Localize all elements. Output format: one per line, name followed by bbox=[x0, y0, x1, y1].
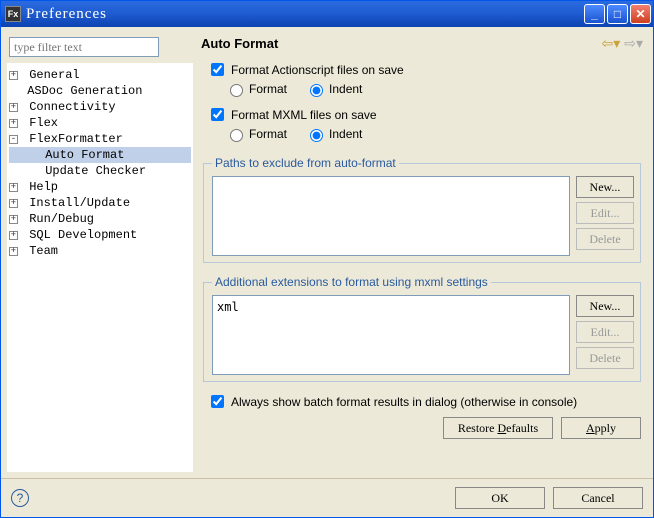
tree-item-label: ASDoc Generation bbox=[20, 83, 142, 99]
exclude-delete-button: Delete bbox=[576, 228, 634, 250]
tree-item[interactable]: Update Checker bbox=[9, 163, 191, 179]
tree-item-label: SQL Development bbox=[22, 227, 137, 243]
expand-icon[interactable]: + bbox=[9, 71, 18, 80]
dialog-footer: ? OK Cancel bbox=[1, 478, 653, 517]
expand-icon[interactable]: + bbox=[9, 183, 18, 192]
format-mxml-row: Format MXML files on save bbox=[207, 105, 643, 124]
window-title: Preferences bbox=[26, 6, 584, 23]
nav-arrows: ⇦▾ ⇨▾ bbox=[601, 35, 643, 52]
format-as-label[interactable]: Format Actionscript files on save bbox=[231, 63, 404, 77]
format-as-row: Format Actionscript files on save bbox=[207, 60, 643, 79]
tree-item[interactable]: + Help bbox=[9, 179, 191, 195]
ext-delete-button: Delete bbox=[576, 347, 634, 369]
cancel-button[interactable]: Cancel bbox=[553, 487, 643, 509]
exclude-paths-legend: Paths to exclude from auto-format bbox=[212, 156, 399, 170]
tree-item-label: Connectivity bbox=[22, 99, 116, 115]
tree-item-label: Team bbox=[22, 243, 58, 259]
always-show-label[interactable]: Always show batch format results in dial… bbox=[231, 395, 577, 409]
tree-item[interactable]: ASDoc Generation bbox=[9, 83, 191, 99]
exclude-paths-group: Paths to exclude from auto-format New...… bbox=[203, 156, 641, 263]
page-buttons: Restore Defaults Apply bbox=[203, 417, 641, 439]
list-item[interactable]: xml bbox=[217, 300, 565, 314]
as-indent-label[interactable]: Indent bbox=[329, 82, 362, 96]
tree-item-label: FlexFormatter bbox=[22, 131, 123, 147]
tree-item[interactable]: + Team bbox=[9, 243, 191, 259]
as-format-label[interactable]: Format bbox=[249, 82, 287, 96]
ok-button[interactable]: OK bbox=[455, 487, 545, 509]
page-title: Auto Format bbox=[201, 36, 601, 51]
ext-legend: Additional extensions to format using mx… bbox=[212, 275, 491, 289]
expand-icon[interactable]: + bbox=[9, 247, 18, 256]
tree-item-label: Update Checker bbox=[38, 163, 146, 179]
mxml-indent-label[interactable]: Indent bbox=[329, 127, 362, 141]
tree-item-label: Install/Update bbox=[22, 195, 130, 211]
ext-group: Additional extensions to format using mx… bbox=[203, 275, 641, 382]
format-mxml-label[interactable]: Format MXML files on save bbox=[231, 108, 377, 122]
expand-icon[interactable]: + bbox=[9, 231, 18, 240]
tree-item-label: Run/Debug bbox=[22, 211, 94, 227]
content-area: + General ASDoc Generation+ Connectivity… bbox=[1, 27, 653, 478]
tree-item[interactable]: - FlexFormatter bbox=[9, 131, 191, 147]
left-pane: + General ASDoc Generation+ Connectivity… bbox=[7, 33, 193, 472]
mxml-format-label[interactable]: Format bbox=[249, 127, 287, 141]
as-mode-row: Format Indent bbox=[225, 81, 643, 97]
tree-item-label: Flex bbox=[22, 115, 58, 131]
app-icon: Fx bbox=[5, 6, 21, 22]
minimize-button[interactable]: _ bbox=[584, 4, 605, 24]
format-mxml-checkbox[interactable] bbox=[211, 108, 224, 121]
page-header: Auto Format ⇦▾ ⇨▾ bbox=[201, 35, 643, 52]
help-icon[interactable]: ? bbox=[11, 489, 29, 507]
mxml-format-radio[interactable] bbox=[230, 129, 243, 142]
tree-item-label: Help bbox=[22, 179, 58, 195]
close-button[interactable]: ✕ bbox=[630, 4, 651, 24]
tree-item-label: Auto Format bbox=[38, 147, 124, 163]
ext-edit-button: Edit... bbox=[576, 321, 634, 343]
mxml-mode-row: Format Indent bbox=[225, 126, 643, 142]
tree-item-label: General bbox=[22, 67, 80, 83]
expand-icon[interactable]: + bbox=[9, 119, 18, 128]
expand-icon[interactable]: + bbox=[9, 215, 18, 224]
tree-item[interactable]: + Run/Debug bbox=[9, 211, 191, 227]
preferences-window: Fx Preferences _ □ ✕ + General ASDoc Gen… bbox=[0, 0, 654, 518]
as-format-radio[interactable] bbox=[230, 84, 243, 97]
maximize-button[interactable]: □ bbox=[607, 4, 628, 24]
apply-button[interactable]: Apply bbox=[561, 417, 641, 439]
filter-input[interactable] bbox=[9, 37, 159, 57]
always-show-checkbox[interactable] bbox=[211, 395, 224, 408]
exclude-edit-button: Edit... bbox=[576, 202, 634, 224]
tree-item[interactable]: + SQL Development bbox=[9, 227, 191, 243]
format-as-checkbox[interactable] bbox=[211, 63, 224, 76]
expand-icon[interactable]: + bbox=[9, 199, 18, 208]
nav-forward-icon[interactable]: ⇨▾ bbox=[624, 35, 643, 52]
tree-item[interactable]: + Connectivity bbox=[9, 99, 191, 115]
right-pane: Auto Format ⇦▾ ⇨▾ Format Actionscript fi… bbox=[197, 33, 647, 472]
mxml-indent-radio[interactable] bbox=[310, 129, 323, 142]
collapse-icon[interactable]: - bbox=[9, 135, 18, 144]
tree-item[interactable]: + Flex bbox=[9, 115, 191, 131]
exclude-paths-list[interactable] bbox=[212, 176, 570, 256]
window-controls: _ □ ✕ bbox=[584, 4, 651, 24]
tree-item[interactable]: Auto Format bbox=[9, 147, 191, 163]
titlebar: Fx Preferences _ □ ✕ bbox=[1, 1, 653, 27]
as-indent-radio[interactable] bbox=[310, 84, 323, 97]
tree-item[interactable]: + General bbox=[9, 67, 191, 83]
ext-list[interactable]: xml bbox=[212, 295, 570, 375]
ext-new-button[interactable]: New... bbox=[576, 295, 634, 317]
nav-back-icon[interactable]: ⇦▾ bbox=[601, 35, 620, 52]
expand-icon[interactable]: + bbox=[9, 103, 18, 112]
restore-defaults-button[interactable]: Restore Defaults bbox=[443, 417, 553, 439]
always-show-row: Always show batch format results in dial… bbox=[207, 392, 643, 411]
preferences-tree[interactable]: + General ASDoc Generation+ Connectivity… bbox=[7, 63, 193, 472]
exclude-new-button[interactable]: New... bbox=[576, 176, 634, 198]
tree-item[interactable]: + Install/Update bbox=[9, 195, 191, 211]
